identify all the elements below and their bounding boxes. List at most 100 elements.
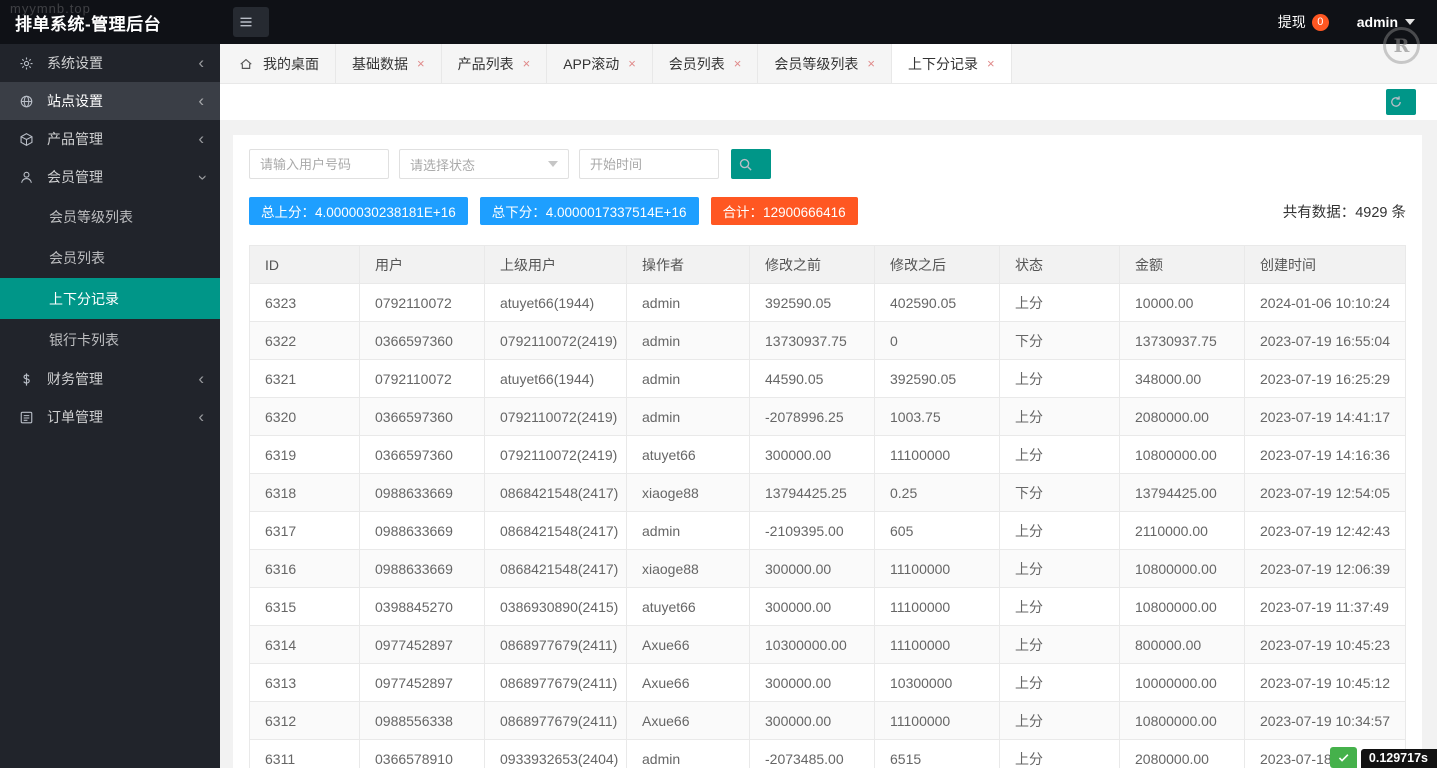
table-cell: 0868421548(2417) — [485, 512, 627, 550]
table-cell: 6314 — [250, 626, 360, 664]
sidebar-item-bank-card-list[interactable]: 银行卡列表 — [0, 319, 220, 360]
table-cell: 2023-07-19 16:25:29 — [1245, 360, 1406, 398]
network-status-icon — [1330, 747, 1357, 768]
sidebar-item-system-settings[interactable]: 系统设置‹ — [0, 44, 220, 82]
table-row: 631809886336690868421548(2417)xiaoge8813… — [250, 474, 1406, 512]
table-cell: 2023-07-19 14:16:36 — [1245, 436, 1406, 474]
sidebar-subitem-label: 银行卡列表 — [49, 330, 119, 350]
withdraw-label: 提现 — [1278, 12, 1306, 32]
refresh-button[interactable] — [1386, 89, 1416, 115]
tab-score-records[interactable]: 上下分记录× — [892, 44, 1012, 83]
close-tab-icon[interactable]: × — [417, 57, 425, 70]
sidebar-item-member-list[interactable]: 会员列表 — [0, 237, 220, 278]
sidebar-toggle-button[interactable] — [233, 7, 269, 37]
table-cell: 300000.00 — [750, 702, 875, 740]
table-header-cell: 创建时间 — [1245, 246, 1406, 284]
table-row: 631209885563380868977679(2411)Axue663000… — [250, 702, 1406, 740]
table-row: 631409774528970868977679(2411)Axue661030… — [250, 626, 1406, 664]
table-cell: 0792110072(2419) — [485, 436, 627, 474]
table-cell: 10800000.00 — [1120, 550, 1245, 588]
table-cell: admin — [627, 398, 750, 436]
sidebar-item-order-management[interactable]: 订单管理‹ — [0, 398, 220, 436]
table-cell: 2023-07-19 16:55:04 — [1245, 322, 1406, 360]
tab-basic-data[interactable]: 基础数据 × — [336, 44, 442, 83]
close-tab-icon[interactable]: × — [523, 57, 531, 70]
table-cell: 13730937.75 — [750, 322, 875, 360]
table-cell: 0988633669 — [360, 550, 485, 588]
filter-bar: 请选择状态 — [249, 149, 1406, 179]
table-cell: 300000.00 — [750, 588, 875, 626]
content-card: 请选择状态 总上分：4.0000030238181E+16 总下分：4.0000… — [233, 135, 1422, 768]
sidebar-item-label: 系统设置 — [47, 53, 103, 73]
table-cell: 0.25 — [875, 474, 1000, 512]
withdraw-menu[interactable]: 提现 0 — [1278, 12, 1329, 32]
close-tab-icon[interactable]: × — [628, 57, 636, 70]
table-cell: 13794425.00 — [1120, 474, 1245, 512]
sidebar-item-label: 会员管理 — [47, 167, 103, 187]
user-number-input[interactable] — [249, 149, 389, 179]
table-cell: 2080000.00 — [1120, 740, 1245, 768]
menu-icon — [236, 14, 256, 30]
table-cell: 10800000.00 — [1120, 436, 1245, 474]
table-cell: 2023-07-19 10:45:12 — [1245, 664, 1406, 702]
sidebar-item-member-management[interactable]: 会员管理‹ — [0, 158, 220, 196]
tab-product-list[interactable]: 产品列表 × — [442, 44, 548, 83]
table-cell: Axue66 — [627, 664, 750, 702]
table-row: 631609886336690868421548(2417)xiaoge8830… — [250, 550, 1406, 588]
sidebar-item-site-settings[interactable]: 站点设置 ‹ — [0, 82, 220, 120]
table-cell: 2023-07-19 12:42:43 — [1245, 512, 1406, 550]
table-cell: 6316 — [250, 550, 360, 588]
search-button[interactable] — [731, 149, 771, 179]
sidebar-item-member-level-list[interactable]: 会员等级列表 — [0, 196, 220, 237]
close-tab-icon[interactable]: × — [867, 57, 875, 70]
gear-icon — [16, 56, 36, 71]
table-cell: 6313 — [250, 664, 360, 702]
tab-member-level-list[interactable]: 会员等级列表× — [758, 44, 892, 83]
table-cell: 10800000.00 — [1120, 588, 1245, 626]
total-down-chip: 总下分：4.0000017337514E+16 — [480, 197, 699, 225]
table-cell: 348000.00 — [1120, 360, 1245, 398]
table-row: 631709886336690868421548(2417)admin-2109… — [250, 512, 1406, 550]
sidebar-item-product-management[interactable]: 产品管理‹ — [0, 120, 220, 158]
table-row: 631103665789100933932653(2404)admin-2073… — [250, 740, 1406, 768]
table-cell: 2023-07-19 12:54:05 — [1245, 474, 1406, 512]
tab-label: 基础数据 — [352, 54, 408, 74]
sidebar: 系统设置‹ 站点设置 ‹ 产品管理‹会员管理‹ 会员等级列表会员列表上下分记录银行卡列表… — [0, 44, 220, 768]
table-cell: 2023-07-19 11:37:49 — [1245, 588, 1406, 626]
tab-label: 产品列表 — [458, 54, 514, 74]
tab-label: 会员列表 — [669, 54, 725, 74]
status-select[interactable]: 请选择状态 — [399, 149, 569, 179]
withdraw-badge: 0 — [1312, 14, 1329, 31]
table-cell: admin — [627, 322, 750, 360]
load-time-area: 0.129717s — [1330, 747, 1437, 768]
sidebar-item-score-records[interactable]: 上下分记录 — [0, 278, 220, 319]
table-cell: 402590.05 — [875, 284, 1000, 322]
chevron-icon: ‹ — [198, 92, 204, 109]
table-cell: xiaoge88 — [627, 550, 750, 588]
sidebar-subitem-label: 会员等级列表 — [49, 207, 133, 227]
table-cell: 1003.75 — [875, 398, 1000, 436]
sidebar-item-label: 站点设置 — [47, 91, 103, 111]
tab-member-list[interactable]: 会员列表 × — [653, 44, 759, 83]
table-header-row: ID用户上级用户操作者修改之前修改之后状态金额创建时间 — [250, 246, 1406, 284]
table-cell: 2023-07-19 10:34:57 — [1245, 702, 1406, 740]
table-cell: atuyet66 — [627, 588, 750, 626]
user-menu[interactable]: admin — [1357, 14, 1415, 30]
stats-bar: 总上分：4.0000030238181E+16 总下分：4.0000017337… — [249, 197, 1406, 225]
globe-icon — [16, 94, 36, 109]
close-tab-icon[interactable]: × — [987, 57, 995, 70]
table-cell: 0868421548(2417) — [485, 474, 627, 512]
tab-desktop[interactable]: 我的桌面 — [220, 44, 336, 83]
sidebar-item-finance-management[interactable]: 财务管理‹ — [0, 360, 220, 398]
close-tab-icon[interactable]: × — [734, 57, 742, 70]
table-cell: 上分 — [1000, 512, 1120, 550]
table-cell: 0366597360 — [360, 398, 485, 436]
table-cell: 6312 — [250, 702, 360, 740]
tab-app-scroll[interactable]: APP滚动× — [547, 44, 653, 83]
start-time-input[interactable] — [579, 149, 719, 179]
table-cell: 0868977679(2411) — [485, 626, 627, 664]
load-time-badge: 0.129717s — [1361, 749, 1437, 768]
table-cell: atuyet66 — [627, 436, 750, 474]
table-cell: 上分 — [1000, 360, 1120, 398]
table-cell: 11100000 — [875, 588, 1000, 626]
